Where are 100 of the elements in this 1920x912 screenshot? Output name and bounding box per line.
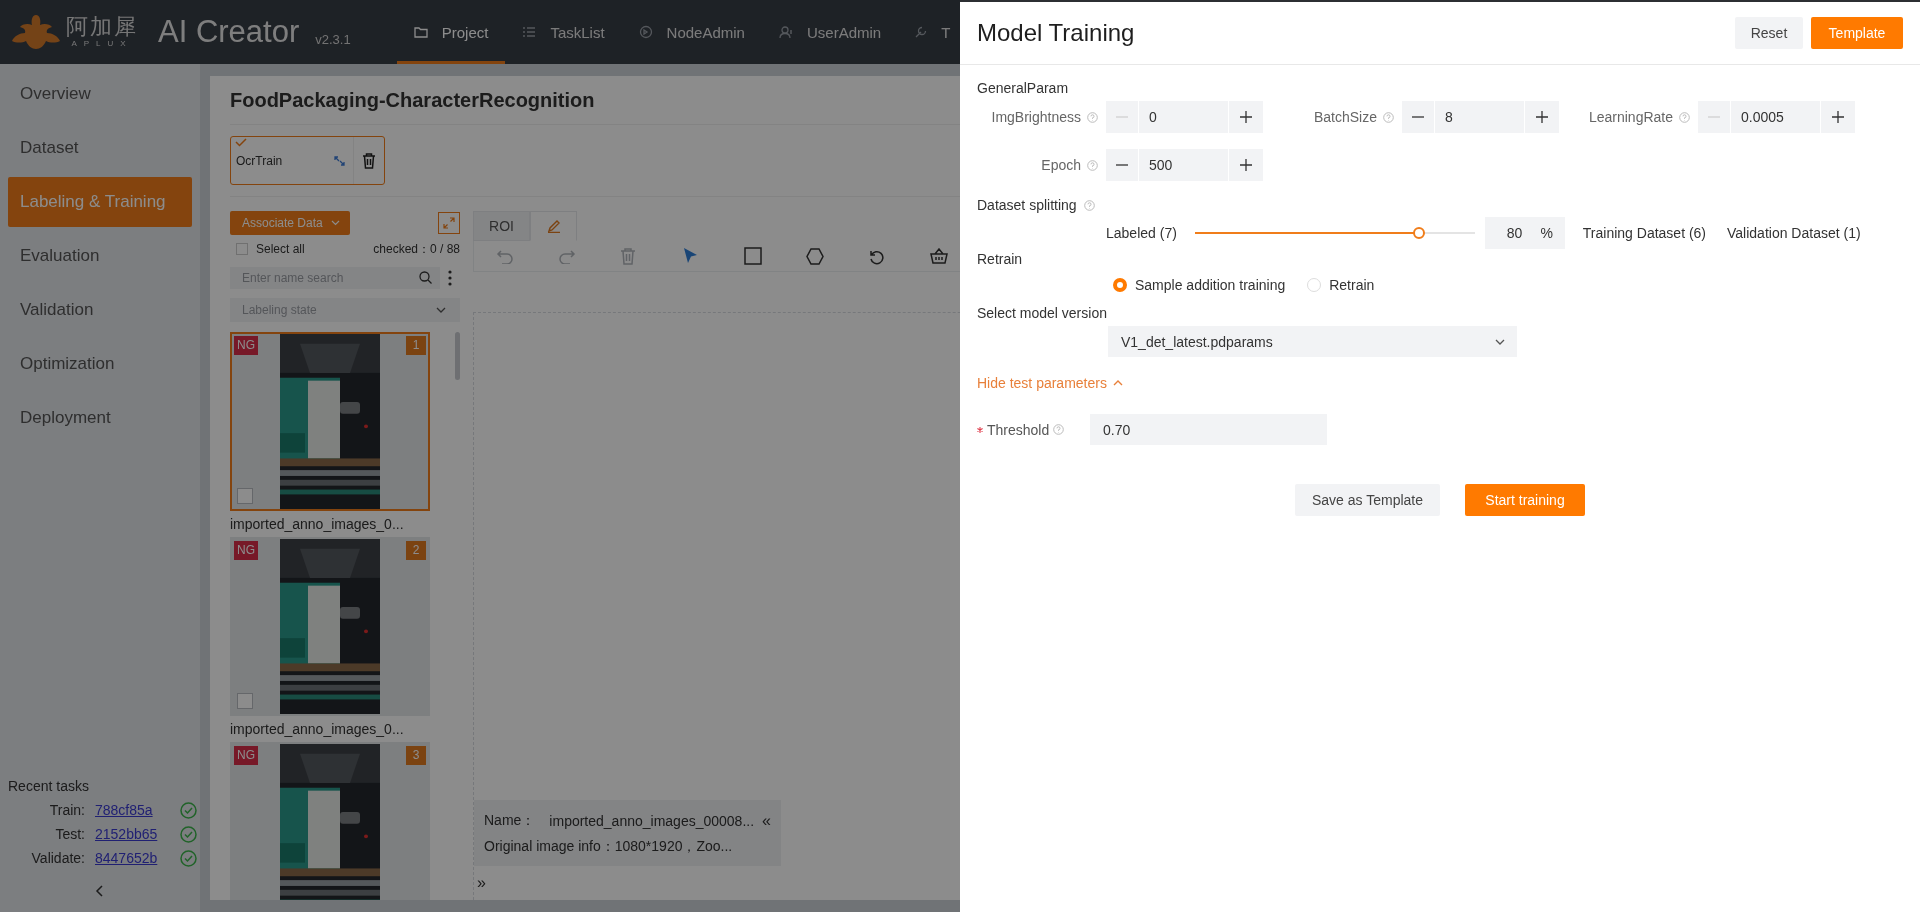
task-link[interactable]: 788cf85a bbox=[95, 802, 170, 818]
help-icon bbox=[1679, 111, 1690, 123]
percent-field[interactable]: 80 % bbox=[1484, 217, 1565, 249]
checked-count: checked：0 / 88 bbox=[373, 240, 460, 258]
help-icon bbox=[1087, 111, 1098, 123]
basket-icon[interactable] bbox=[930, 248, 948, 264]
pointer-icon[interactable] bbox=[682, 247, 698, 265]
number-stepper[interactable]: 8 bbox=[1402, 101, 1559, 133]
folder-icon bbox=[413, 26, 428, 38]
radio-option[interactable]: Retrain bbox=[1307, 277, 1375, 293]
reset-button[interactable]: Reset bbox=[1735, 17, 1803, 49]
help-icon bbox=[1053, 424, 1065, 435]
number-stepper[interactable]: 0.0005 bbox=[1698, 101, 1855, 133]
app-title: AI Creator bbox=[158, 14, 300, 50]
sidebar-item[interactable]: Deployment bbox=[0, 391, 192, 445]
plus-icon[interactable] bbox=[1832, 111, 1844, 123]
help-icon bbox=[1383, 111, 1394, 123]
dataset-count: Training Dataset (6) bbox=[1582, 225, 1707, 241]
plus-icon[interactable] bbox=[1240, 159, 1252, 171]
sidebar-item[interactable]: Overview bbox=[0, 67, 192, 121]
split-slider[interactable] bbox=[1194, 227, 1475, 239]
expand-icon[interactable]: » bbox=[477, 874, 486, 892]
image-card[interactable]: NG 1 bbox=[230, 332, 430, 511]
checkbox[interactable] bbox=[237, 693, 253, 709]
collapse-icon[interactable] bbox=[95, 884, 105, 898]
status-badge: NG bbox=[234, 746, 258, 765]
field-label: LearningRate bbox=[1588, 109, 1673, 125]
nav-tab[interactable]: UserAdmin bbox=[761, 0, 899, 64]
number-stepper[interactable]: 0 bbox=[1106, 101, 1263, 133]
threshold-field[interactable]: 0.70 bbox=[1090, 414, 1327, 445]
save-template-button[interactable]: Save as Template bbox=[1295, 484, 1440, 516]
task-link[interactable]: 8447652b bbox=[95, 850, 170, 866]
sidebar-item[interactable]: Validation bbox=[0, 283, 192, 337]
sidebar-item[interactable]: Labeling & Training bbox=[8, 177, 192, 227]
help-icon bbox=[1083, 199, 1095, 211]
status-badge: NG bbox=[234, 541, 258, 560]
help-icon bbox=[1087, 159, 1098, 171]
version-label: v2.3.1 bbox=[315, 31, 351, 47]
sort-icon[interactable] bbox=[334, 155, 345, 166]
image-name: imported_anno_images_0... bbox=[230, 515, 405, 534]
field-label: BatchSize bbox=[1313, 109, 1377, 125]
scrollbar-thumb[interactable] bbox=[455, 332, 460, 380]
image-name: imported_anno_images_0... bbox=[230, 720, 405, 739]
logo-text: 阿加犀 bbox=[66, 16, 138, 38]
field-label: Threshold bbox=[987, 421, 1050, 438]
checkbox[interactable] bbox=[237, 488, 253, 504]
task-name: OcrTrain bbox=[236, 153, 283, 168]
status-badge: NG bbox=[234, 336, 258, 355]
wrench-icon bbox=[915, 26, 928, 38]
radio-option[interactable]: Sample addition training bbox=[1113, 277, 1286, 293]
dataset-count: Validation Dataset (1) bbox=[1727, 225, 1861, 241]
index-badge: 3 bbox=[406, 746, 426, 765]
sidebar-item[interactable]: Optimization bbox=[0, 337, 192, 391]
slider-label: Labeled (7) bbox=[1106, 225, 1177, 241]
editor-tab[interactable]: ROI bbox=[473, 211, 530, 241]
toggle-link[interactable]: Hide test parameters bbox=[977, 373, 1903, 393]
index-badge: 2 bbox=[406, 541, 426, 560]
mascot-logo-icon bbox=[12, 13, 60, 51]
square-icon[interactable] bbox=[744, 247, 762, 265]
task-label: Validate: bbox=[30, 850, 85, 866]
logo-subtext: APLUX bbox=[71, 40, 133, 48]
editor-tab[interactable] bbox=[530, 211, 577, 241]
pencil-icon bbox=[546, 219, 561, 233]
expand-button[interactable] bbox=[438, 212, 460, 234]
plus-icon[interactable] bbox=[1536, 111, 1548, 123]
section-title: GeneralParam bbox=[977, 79, 1069, 98]
image-card[interactable]: NG 3 bbox=[230, 742, 430, 900]
sidebar-item[interactable]: Evaluation bbox=[0, 229, 192, 283]
field-label: Epoch bbox=[1041, 157, 1081, 173]
number-stepper[interactable]: 500 bbox=[1106, 149, 1263, 181]
chevron-down-icon bbox=[1495, 338, 1505, 345]
user-icon bbox=[778, 25, 793, 39]
image-card[interactable]: NG 2 bbox=[230, 537, 430, 716]
trash-icon[interactable] bbox=[362, 152, 376, 169]
section-title: Retrain bbox=[977, 250, 1023, 269]
model-dropdown[interactable]: V1_det_latest.pdparams bbox=[1108, 326, 1517, 357]
field-label: Name： bbox=[484, 812, 536, 830]
nav-tab[interactable]: NodeAdmin bbox=[621, 0, 762, 64]
expand-icon bbox=[443, 217, 455, 229]
more-icon[interactable] bbox=[448, 269, 452, 287]
collapse-icon[interactable]: « bbox=[762, 812, 771, 830]
checkbox-label: Select all bbox=[256, 242, 305, 256]
plus-icon[interactable] bbox=[1240, 111, 1252, 123]
task-label: Test: bbox=[54, 826, 85, 842]
template-button[interactable]: Template bbox=[1811, 17, 1903, 49]
task-card[interactable]: OcrTrain bbox=[230, 136, 385, 185]
node-icon bbox=[638, 25, 653, 39]
chevron-down-icon bbox=[330, 220, 340, 226]
index-badge: 1 bbox=[406, 336, 426, 355]
associate-data-button[interactable]: Associate Data bbox=[230, 211, 350, 235]
task-link[interactable]: 2152bb65 bbox=[95, 826, 170, 842]
field-label: ImgBrightness bbox=[991, 109, 1081, 125]
list-icon bbox=[522, 26, 537, 38]
search-icon bbox=[419, 271, 432, 284]
sidebar-item[interactable]: Dataset bbox=[0, 121, 192, 175]
nav-tab[interactable]: TaskList bbox=[505, 0, 622, 64]
chevron-down-icon bbox=[436, 307, 446, 313]
start-training-button[interactable]: Start training bbox=[1465, 484, 1585, 516]
checkbox[interactable] bbox=[236, 243, 248, 255]
hexagon-icon[interactable] bbox=[806, 247, 824, 265]
